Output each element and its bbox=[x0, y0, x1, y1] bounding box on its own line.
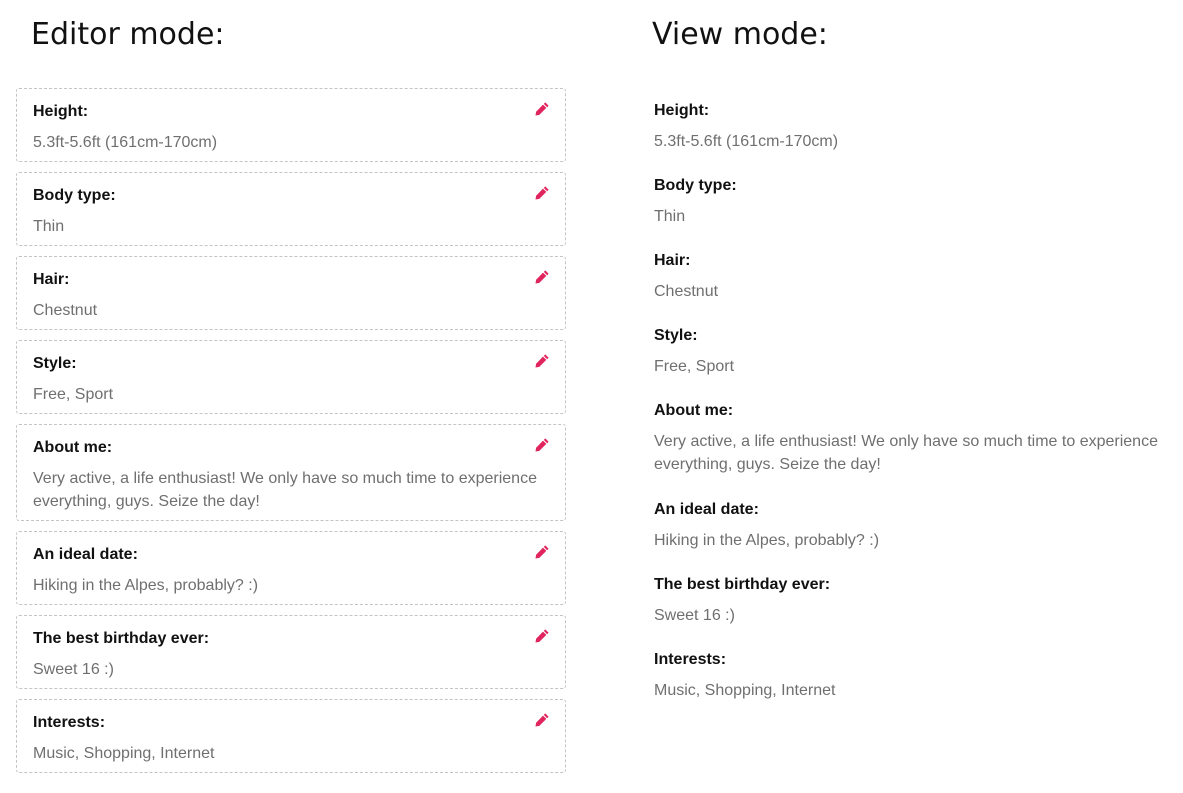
edit-pencil-icon[interactable] bbox=[534, 628, 550, 644]
edit-pencil-icon[interactable] bbox=[534, 353, 550, 369]
field-label: Hair: bbox=[33, 271, 70, 288]
field-label: Body type: bbox=[33, 187, 116, 204]
editor-field-interests: Interests: Music, Shopping, Internet bbox=[16, 699, 566, 773]
editor-mode-heading: Editor mode: bbox=[31, 17, 225, 52]
field-value: Music, Shopping, Internet bbox=[33, 745, 215, 762]
field-value: Free, Sport bbox=[654, 358, 735, 375]
field-label: Style: bbox=[654, 327, 698, 344]
editor-field-ideal-date: An ideal date: Hiking in the Alpes, prob… bbox=[16, 531, 566, 605]
field-value: 5.3ft-5.6ft (161cm-170cm) bbox=[33, 134, 218, 151]
field-value: Free, Sport bbox=[33, 386, 114, 403]
edit-pencil-icon[interactable] bbox=[534, 712, 550, 728]
field-label: Interests: bbox=[654, 651, 727, 668]
field-label: Hair: bbox=[654, 252, 691, 269]
field-value: Sweet 16 :) bbox=[654, 607, 735, 624]
field-label: An ideal date: bbox=[654, 501, 759, 518]
field-value: Thin bbox=[33, 218, 65, 235]
field-label: The best birthday ever: bbox=[654, 576, 831, 593]
field-value: Thin bbox=[654, 208, 686, 225]
edit-pencil-icon[interactable] bbox=[534, 185, 550, 201]
editor-field-hair: Hair: Chestnut bbox=[16, 256, 566, 330]
view-mode-heading: View mode: bbox=[652, 17, 828, 52]
field-label: Height: bbox=[33, 103, 89, 120]
field-value: Chestnut bbox=[654, 283, 719, 300]
field-label: About me: bbox=[33, 439, 113, 456]
field-value: Music, Shopping, Internet bbox=[654, 682, 836, 699]
editor-field-body-type: Body type: Thin bbox=[16, 172, 566, 246]
editor-field-best-birthday: The best birthday ever: Sweet 16 :) bbox=[16, 615, 566, 689]
field-label: The best birthday ever: bbox=[33, 630, 210, 647]
field-value: Hiking in the Alpes, probably? :) bbox=[33, 577, 259, 594]
field-value: Sweet 16 :) bbox=[33, 661, 114, 678]
field-value: Hiking in the Alpes, probably? :) bbox=[654, 532, 880, 549]
editor-field-about-me: About me: Very active, a life enthusiast… bbox=[16, 424, 566, 521]
edit-pencil-icon[interactable] bbox=[534, 437, 550, 453]
field-value: Chestnut bbox=[33, 302, 98, 319]
editor-field-height: Height: 5.3ft-5.6ft (161cm-170cm) bbox=[16, 88, 566, 162]
field-label: Body type: bbox=[654, 177, 737, 194]
field-label: About me: bbox=[654, 402, 734, 419]
field-value: Very active, a life enthusiast! We only … bbox=[33, 470, 537, 510]
field-label: An ideal date: bbox=[33, 546, 138, 563]
field-label: Height: bbox=[654, 102, 710, 119]
field-label: Interests: bbox=[33, 714, 106, 731]
editor-field-style: Style: Free, Sport bbox=[16, 340, 566, 414]
edit-pencil-icon[interactable] bbox=[534, 269, 550, 285]
field-label: Style: bbox=[33, 355, 77, 372]
edit-pencil-icon[interactable] bbox=[534, 544, 550, 560]
field-value: 5.3ft-5.6ft (161cm-170cm) bbox=[654, 133, 839, 150]
edit-pencil-icon[interactable] bbox=[534, 101, 550, 117]
field-value: Very active, a life enthusiast! We only … bbox=[654, 433, 1158, 473]
